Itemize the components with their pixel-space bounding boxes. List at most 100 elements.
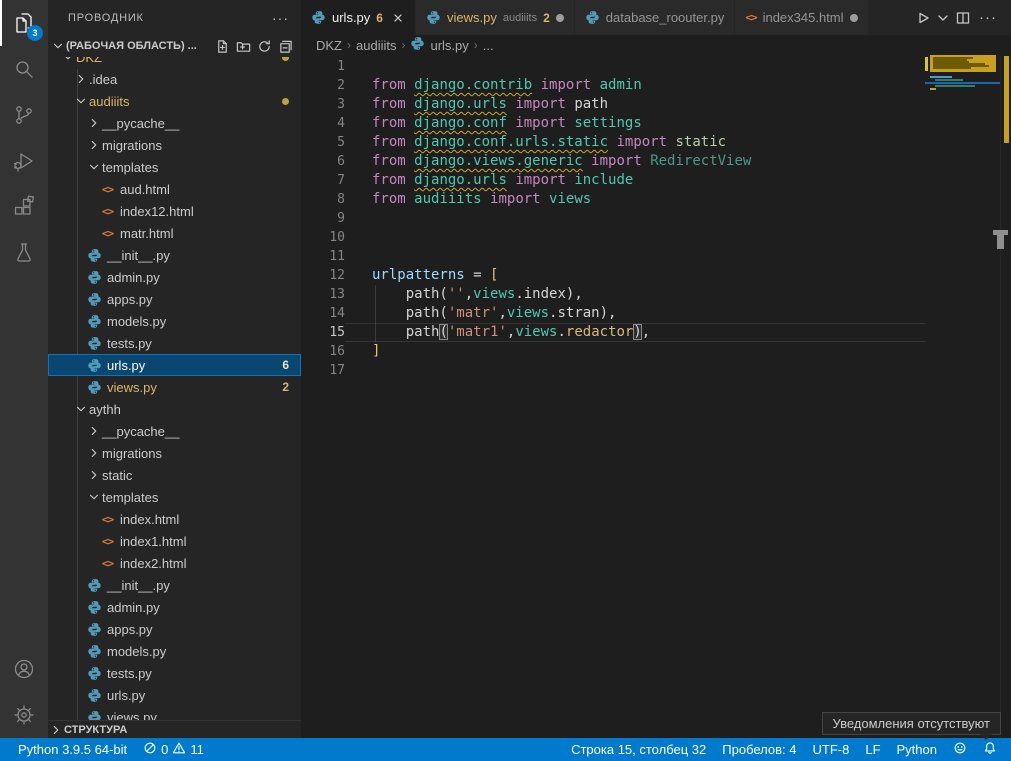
- activity-bar-item-run-debug[interactable]: [0, 138, 48, 184]
- tree-folder-templates[interactable]: templates: [48, 156, 301, 178]
- tab-database-roouter.py[interactable]: database_roouter.py: [575, 0, 736, 35]
- tree-file-urls.py[interactable]: urls.py6: [48, 354, 301, 376]
- new-folder-icon[interactable]: [236, 39, 251, 54]
- code-line[interactable]: 14 path('matr',views.stran),: [301, 304, 925, 323]
- workspace-section-header[interactable]: (РАБОЧАЯ ОБЛАСТЬ) ...: [48, 35, 301, 57]
- code-line[interactable]: 4from django.conf import settings: [301, 114, 925, 133]
- code-line[interactable]: 8from audiiits import views: [301, 190, 925, 209]
- code-line[interactable]: 13 path('',views.index),: [301, 285, 925, 304]
- tree-file-index2.html[interactable]: <>index2.html: [48, 552, 301, 574]
- refresh-icon[interactable]: [257, 39, 272, 54]
- tree-file-aud.html[interactable]: <>aud.html: [48, 178, 301, 200]
- activity-bar-item-search[interactable]: [0, 46, 48, 92]
- code-line[interactable]: 2from django.contrib import admin: [301, 76, 925, 95]
- status-notifications[interactable]: [975, 741, 1005, 758]
- tree-folder-audiiits[interactable]: audiiits: [48, 90, 301, 112]
- line-number[interactable]: 7: [301, 171, 345, 190]
- tree-file-models.py[interactable]: models.py: [48, 310, 301, 332]
- more-actions-icon[interactable]: ···: [975, 9, 1001, 26]
- tree-file-index.html[interactable]: <>index.html: [48, 508, 301, 530]
- code-line[interactable]: 5from django.conf.urls.static import sta…: [301, 133, 925, 152]
- code-line[interactable]: 9: [301, 209, 925, 228]
- tree-file-admin.py[interactable]: admin.py: [48, 596, 301, 618]
- breadcrumb-item[interactable]: DKZ: [316, 38, 342, 53]
- line-number[interactable]: 17: [301, 361, 345, 380]
- status-language-mode[interactable]: Python: [889, 742, 945, 757]
- tree-file-tests.py[interactable]: tests.py: [48, 662, 301, 684]
- split-editor-icon[interactable]: [955, 10, 971, 26]
- tree-file-views.py[interactable]: views.py: [48, 706, 301, 720]
- code-line[interactable]: 1: [301, 57, 925, 76]
- modified-dot-icon[interactable]: [850, 14, 858, 22]
- code-line[interactable]: 3from django.urls import path: [301, 95, 925, 114]
- code-line[interactable]: 6from django.views.generic import Redire…: [301, 152, 925, 171]
- line-number[interactable]: 16: [301, 342, 345, 361]
- code-line[interactable]: 7from django.urls import include: [301, 171, 925, 190]
- line-number[interactable]: 13: [301, 285, 345, 304]
- breadcrumb-item[interactable]: ...: [483, 38, 494, 53]
- collapse-all-icon[interactable]: [278, 39, 293, 54]
- status-encoding[interactable]: UTF-8: [805, 742, 858, 757]
- line-number[interactable]: 6: [301, 152, 345, 171]
- run-button-icon[interactable]: [915, 10, 931, 26]
- scrollbar-marker[interactable]: [997, 235, 1004, 249]
- status-indentation[interactable]: Пробелов: 4: [714, 742, 804, 757]
- line-number[interactable]: 14: [301, 304, 345, 323]
- activity-bar-item-testing[interactable]: [0, 230, 48, 276]
- tree-file-models.py[interactable]: models.py: [48, 640, 301, 662]
- line-number[interactable]: 15: [301, 323, 345, 342]
- tree-file-urls.py[interactable]: urls.py: [48, 684, 301, 706]
- code-editor[interactable]: 12from django.contrib import admin3from …: [301, 55, 1011, 738]
- activity-bar-item-settings-gear[interactable]: [0, 692, 48, 738]
- breadcrumb-item[interactable]: audiiits: [356, 38, 396, 53]
- tree-file-apps.py[interactable]: apps.py: [48, 618, 301, 640]
- tree-file-views.py[interactable]: views.py2: [48, 376, 301, 398]
- line-number[interactable]: 8: [301, 190, 345, 209]
- activity-bar-item-source-control[interactable]: [0, 92, 48, 138]
- tab-index345.html[interactable]: <>index345.html: [735, 0, 868, 35]
- tree-file-apps.py[interactable]: apps.py: [48, 288, 301, 310]
- line-number[interactable]: 9: [301, 209, 345, 228]
- activity-bar-item-extensions[interactable]: [0, 184, 48, 230]
- tree-file-matr.html[interactable]: <>matr.html: [48, 222, 301, 244]
- code-line[interactable]: 10: [301, 228, 925, 247]
- close-icon[interactable]: [391, 11, 405, 25]
- activity-bar-item-explorer[interactable]: 3: [0, 0, 48, 46]
- more-actions-icon[interactable]: ···: [272, 10, 289, 26]
- tree-file-index12.html[interactable]: <>index12.html: [48, 200, 301, 222]
- code-line[interactable]: 15 path('matr1',views.redactor),: [301, 323, 925, 342]
- tab-views.py[interactable]: views.pyaudiiits2: [416, 0, 575, 35]
- activity-bar-item-account[interactable]: [0, 646, 48, 692]
- code-line[interactable]: 12urlpatterns = [: [301, 266, 925, 285]
- tree-file-tests.py[interactable]: tests.py: [48, 332, 301, 354]
- status-problems[interactable]: 011: [135, 738, 212, 761]
- tree-folder-DKZ[interactable]: DKZ: [48, 57, 301, 68]
- tree-folder-templates[interactable]: templates: [48, 486, 301, 508]
- line-number[interactable]: 3: [301, 95, 345, 114]
- line-number[interactable]: 10: [301, 228, 345, 247]
- code-line[interactable]: 11: [301, 247, 925, 266]
- status-cursor-position[interactable]: Строка 15, столбец 32: [563, 742, 714, 757]
- breadcrumb-item[interactable]: urls.py: [410, 36, 468, 54]
- tree-file--init-.py[interactable]: __init__.py: [48, 244, 301, 266]
- tree-folder-.idea[interactable]: .idea: [48, 68, 301, 90]
- line-number[interactable]: 1: [301, 57, 345, 76]
- line-number[interactable]: 2: [301, 76, 345, 95]
- tree-file-index1.html[interactable]: <>index1.html: [48, 530, 301, 552]
- tree-folder--pycache-[interactable]: __pycache__: [48, 112, 301, 134]
- tree-folder--pycache-[interactable]: __pycache__: [48, 420, 301, 442]
- modified-dot-icon[interactable]: [556, 14, 564, 22]
- tree-folder-aythh[interactable]: aythh: [48, 398, 301, 420]
- minimap[interactable]: [925, 55, 1000, 738]
- new-file-icon[interactable]: [215, 39, 230, 54]
- run-dropdown-icon[interactable]: [935, 10, 951, 26]
- tree-file--init-.py[interactable]: __init__.py: [48, 574, 301, 596]
- line-number[interactable]: 12: [301, 266, 345, 285]
- line-number[interactable]: 4: [301, 114, 345, 133]
- status-eol[interactable]: LF: [857, 742, 888, 757]
- line-number[interactable]: 5: [301, 133, 345, 152]
- overview-ruler[interactable]: [1000, 55, 1011, 738]
- code-line[interactable]: 16]: [301, 342, 925, 361]
- tree-folder-migrations[interactable]: migrations: [48, 442, 301, 464]
- tab-urls.py[interactable]: urls.py6: [301, 0, 416, 35]
